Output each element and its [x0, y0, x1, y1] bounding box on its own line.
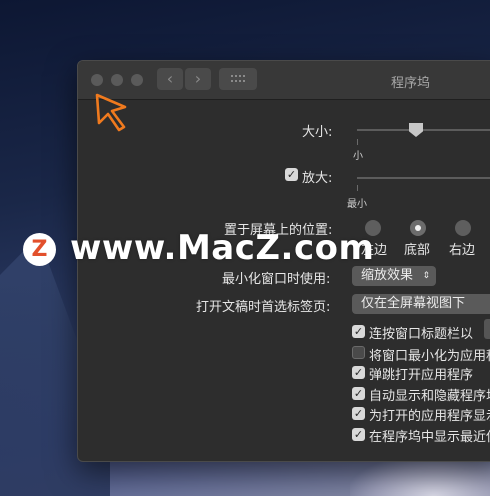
size-slider-knob[interactable]	[409, 123, 423, 137]
autohide-dock-checkbox[interactable]: ✓	[352, 387, 365, 400]
title-action-popup[interactable]	[484, 319, 490, 339]
size-slider-track[interactable]	[357, 129, 490, 131]
show-indicators-label: 为打开的应用程序显示	[369, 409, 490, 424]
cursor-arrow-icon	[95, 93, 127, 132]
magnification-min-label: 最小	[347, 199, 367, 210]
minimize-label: 最小化窗口时使用:	[222, 272, 331, 287]
minimize-into-app-checkbox[interactable]	[352, 346, 365, 359]
autohide-dock-label: 自动显示和隐藏程序坞	[369, 389, 490, 404]
magnification-label: 放大:	[302, 171, 333, 186]
magnification-slider-tick	[357, 185, 358, 191]
size-label: 大小:	[302, 125, 333, 140]
titlebar: ‹ › 程序坞	[78, 61, 490, 100]
forward-button[interactable]: ›	[185, 68, 211, 90]
position-bottom-radio[interactable]	[410, 220, 426, 236]
animate-opening-checkbox[interactable]: ✓	[352, 366, 365, 379]
double-click-title-label: 连按窗口标题栏以	[369, 327, 474, 342]
size-min-label: 小	[353, 151, 363, 162]
watermark-logo: Z	[23, 233, 56, 266]
tabs-pref-label: 打开文稿时首选标签页:	[196, 300, 331, 315]
close-button[interactable]	[91, 74, 103, 86]
tabs-pref-popup[interactable]: 仅在全屏幕视图下 ⇕	[352, 294, 490, 314]
chevron-left-icon: ‹	[166, 69, 174, 88]
minimize-into-app-label: 将窗口最小化为应用程	[369, 349, 490, 364]
minimize-button[interactable]	[111, 74, 123, 86]
magnification-checkbox[interactable]: ✓	[285, 168, 298, 181]
minimize-effect-value: 缩放效果	[361, 268, 414, 283]
show-recent-apps-checkbox[interactable]: ✓	[352, 428, 365, 441]
show-recent-apps-label: 在程序坞中显示最近使	[369, 430, 490, 445]
minimize-effect-popup[interactable]: 缩放效果 ⇕	[352, 266, 436, 286]
desktop-fog	[350, 456, 490, 496]
back-button[interactable]: ‹	[157, 68, 183, 90]
animate-opening-label: 弹跳打开应用程序	[369, 368, 474, 383]
position-bottom-label: 底部	[404, 243, 431, 258]
size-slider-tick	[357, 139, 358, 145]
show-indicators-checkbox[interactable]: ✓	[352, 407, 365, 420]
double-click-title-checkbox[interactable]: ✓	[352, 325, 365, 338]
magnification-slider-track[interactable]	[357, 177, 490, 179]
radio-selected-dot	[415, 225, 421, 231]
zoom-button[interactable]	[131, 74, 143, 86]
chevron-right-icon: ›	[194, 69, 202, 88]
position-right-label: 右边	[449, 243, 476, 258]
watermark-text: www.MacZ.com	[70, 228, 375, 268]
window-title: 程序坞	[391, 76, 431, 91]
position-right-radio[interactable]	[455, 220, 471, 236]
updown-chevron-icon: ⇕	[422, 271, 430, 281]
tabs-pref-value: 仅在全屏幕视图下	[361, 296, 466, 311]
grid-icon	[231, 75, 245, 82]
show-all-button[interactable]	[219, 68, 257, 90]
